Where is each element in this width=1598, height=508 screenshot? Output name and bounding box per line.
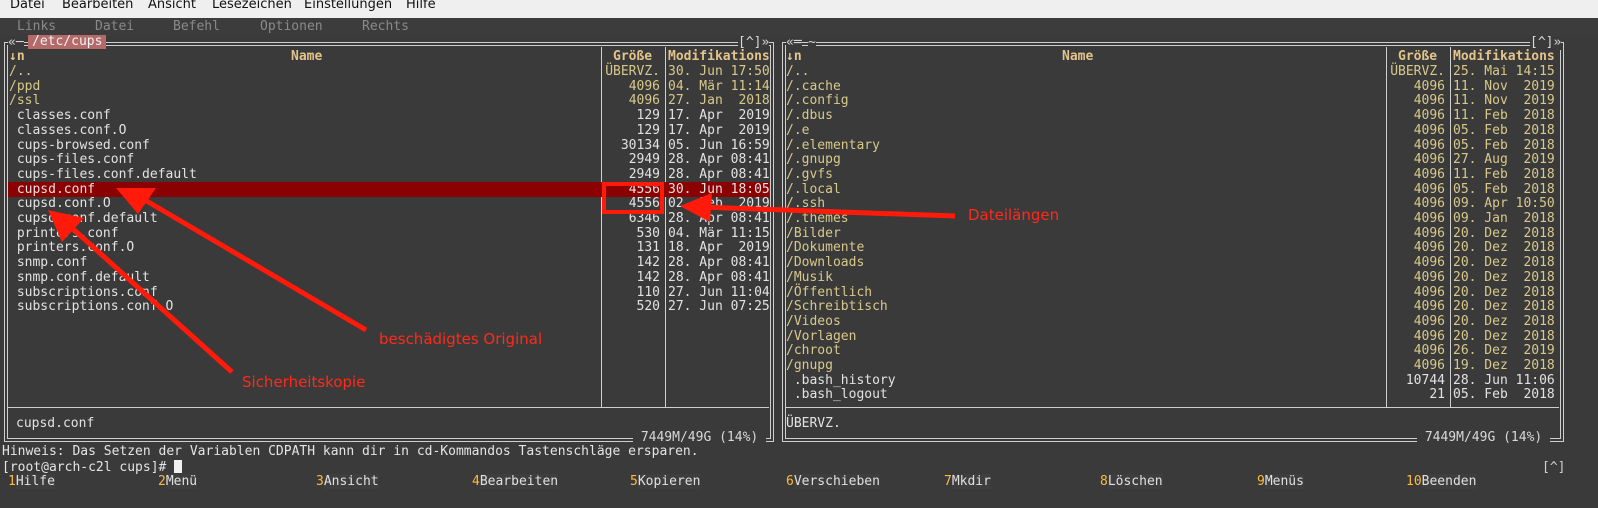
annotation-overlay xyxy=(48,182,956,374)
annotation-beschaedigtes-original: beschädigtes Original xyxy=(379,330,543,348)
arrow-sicherheit-line xyxy=(70,226,234,374)
arrow-dateilaengen-head xyxy=(680,193,712,222)
size-highlight-box xyxy=(602,182,664,214)
arrow-dateilaengen-line xyxy=(699,204,956,219)
annotation-sicherheitskopie: Sicherheitskopie xyxy=(242,373,366,391)
annotation-dateilaengen: Dateilängen xyxy=(968,206,1060,224)
arrow-beschaedigt-line xyxy=(143,197,368,333)
